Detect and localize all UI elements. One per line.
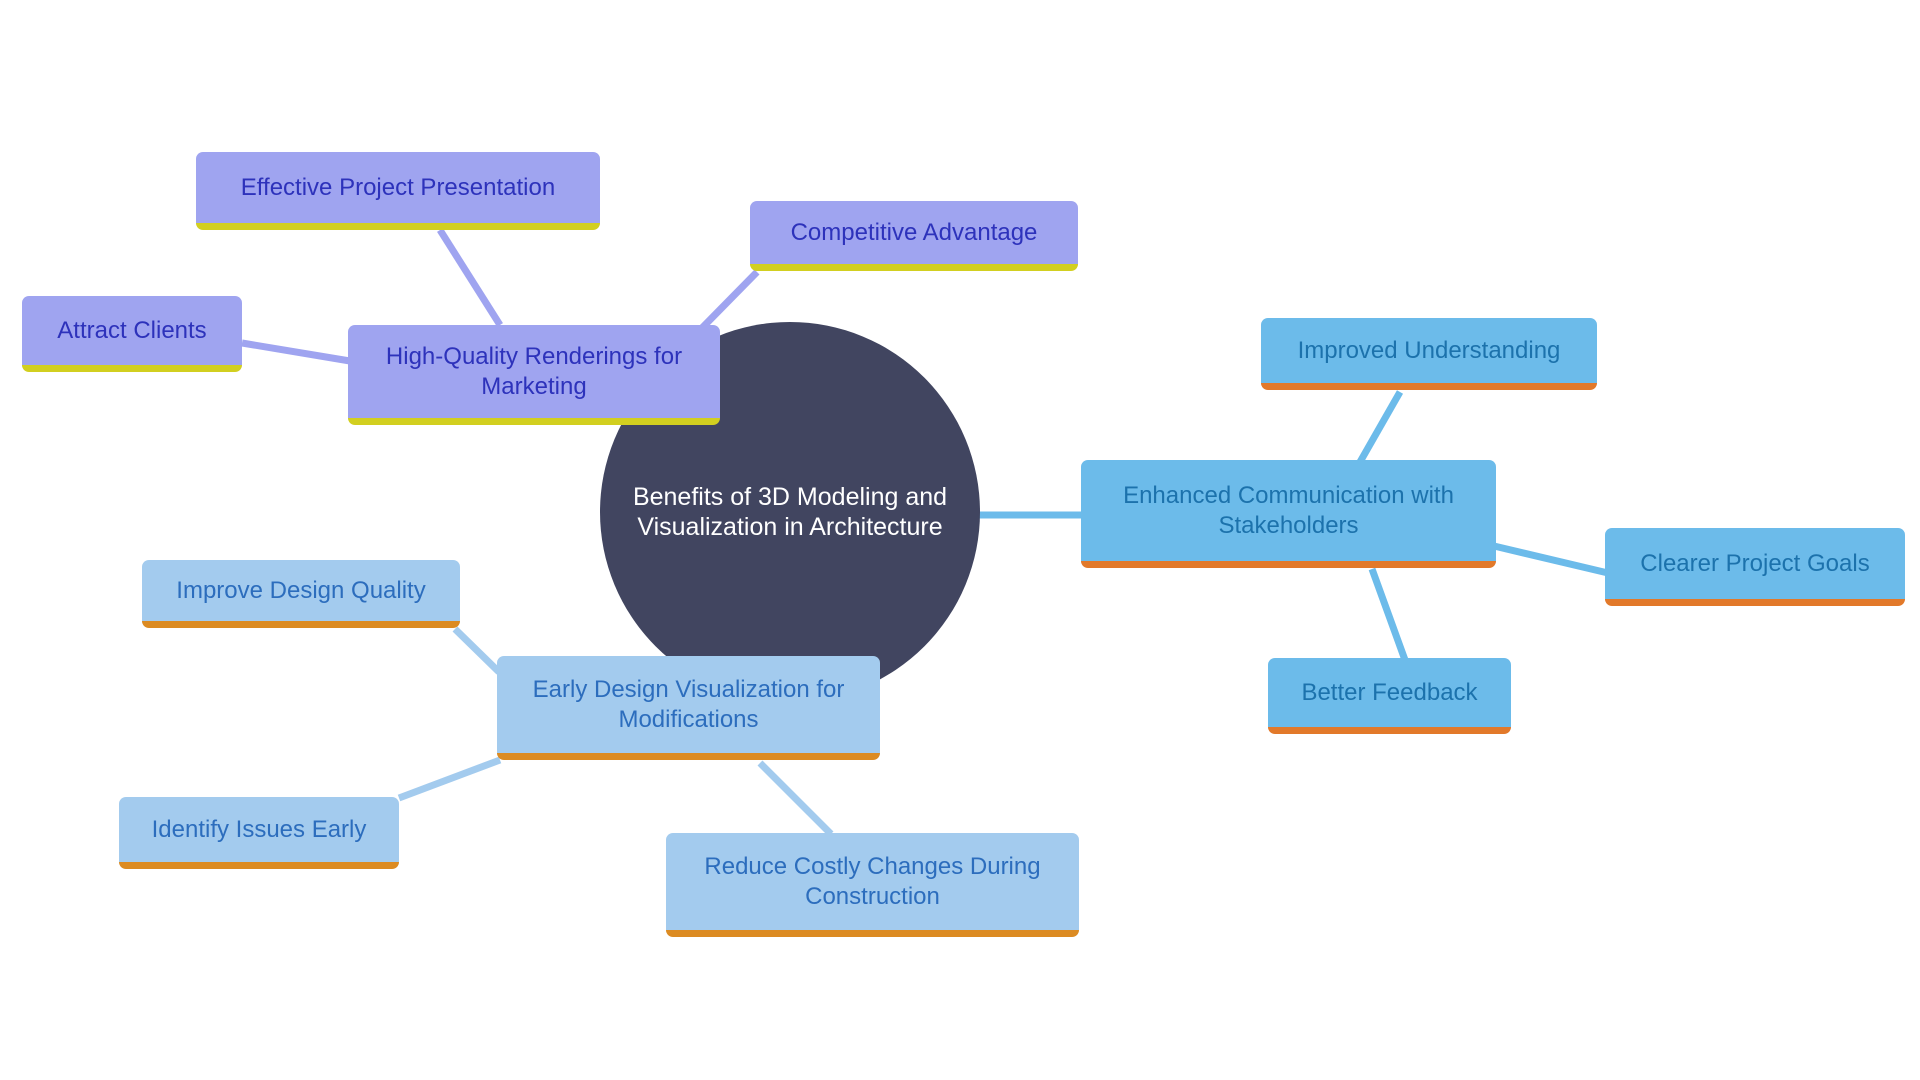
node-label-improved-understanding: Improved Understanding — [1297, 336, 1561, 364]
node-label-attract-clients: Attract Clients — [57, 316, 207, 344]
node-better-feedback[interactable]: Better Feedback — [1268, 658, 1511, 734]
connector-marketing-competitive — [697, 269, 760, 333]
connector-early-reduce — [757, 760, 834, 837]
node-label-identify-issues-early: Identify Issues Early — [151, 815, 367, 843]
node-competitive-advantage[interactable]: Competitive Advantage — [750, 201, 1078, 271]
connector-early-quality — [452, 626, 502, 675]
mindmap-canvas: Benefits of 3D Modeling and Visualizatio… — [0, 0, 1920, 1080]
node-reduce-costly-changes[interactable]: Reduce Costly Changes During Constructio… — [666, 833, 1079, 937]
connector-communication-understanding — [1356, 390, 1404, 464]
node-attract-clients[interactable]: Attract Clients — [22, 296, 242, 372]
node-label-reduce-costly-changes: Reduce Costly Changes During Constructio… — [704, 853, 1041, 910]
node-improve-design-quality[interactable]: Improve Design Quality — [142, 560, 460, 628]
node-label-effective-project-presentation: Effective Project Presentation — [240, 173, 556, 201]
node-identify-issues-early[interactable]: Identify Issues Early — [119, 797, 399, 869]
node-label-communication: Enhanced Communication with Stakeholders — [1123, 482, 1454, 539]
node-early-design[interactable]: Early Design Visualization for Modificat… — [497, 656, 880, 760]
node-label-marketing: High-Quality Renderings for Marketing — [385, 343, 683, 400]
connector-early-identify — [397, 756, 502, 802]
node-improved-understanding[interactable]: Improved Understanding — [1261, 318, 1597, 390]
node-effective-project-presentation[interactable]: Effective Project Presentation — [196, 152, 600, 230]
connector-communication-goals — [1493, 542, 1609, 577]
node-label-better-feedback: Better Feedback — [1301, 678, 1478, 706]
node-label-early-design: Early Design Visualization for Modificat… — [532, 676, 845, 733]
node-label-clearer-project-goals: Clearer Project Goals — [1640, 549, 1870, 577]
node-clearer-project-goals[interactable]: Clearer Project Goals — [1605, 528, 1905, 606]
connector-marketing-attract — [241, 339, 351, 365]
node-label-root: Benefits of 3D Modeling and Visualizatio… — [632, 482, 948, 542]
node-communication[interactable]: Enhanced Communication with Stakeholders — [1081, 460, 1496, 568]
node-marketing[interactable]: High-Quality Renderings for Marketing — [348, 325, 720, 425]
connector-communication-feedback — [1368, 567, 1409, 662]
node-label-improve-design-quality: Improve Design Quality — [176, 576, 426, 604]
connector-marketing-presentation — [437, 228, 503, 327]
node-label-competitive-advantage: Competitive Advantage — [790, 218, 1038, 246]
